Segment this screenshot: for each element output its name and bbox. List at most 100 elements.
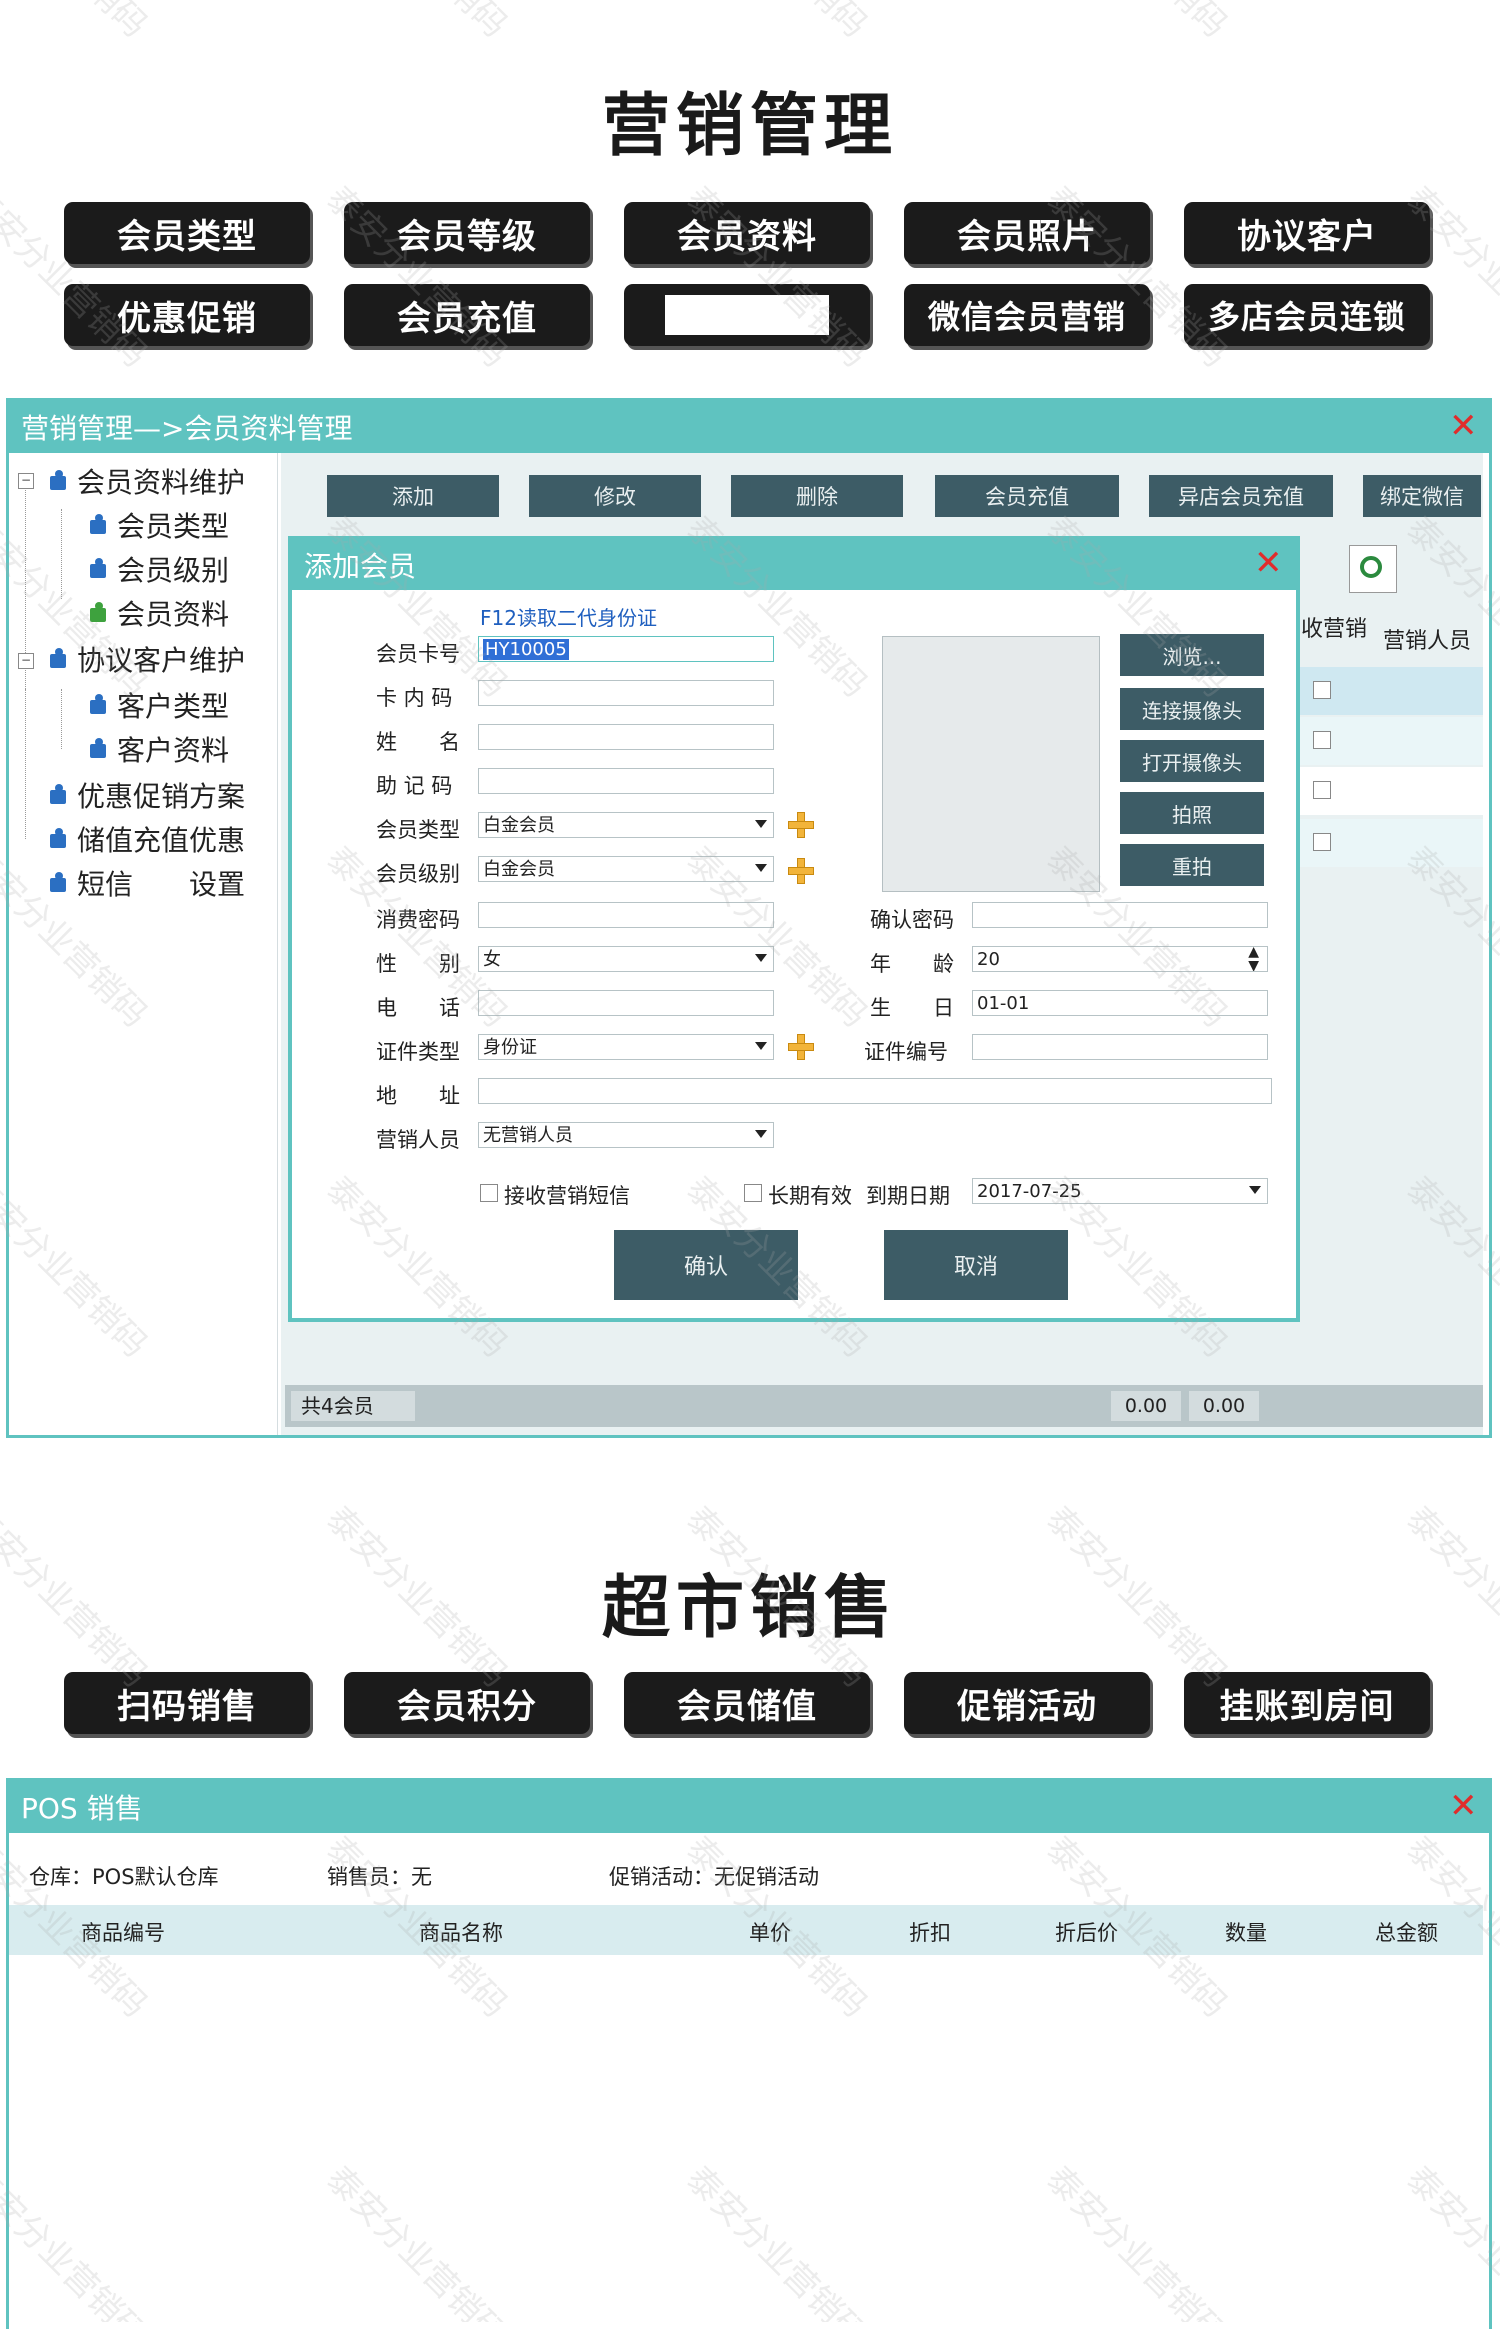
member-icon — [47, 648, 69, 670]
phone-input[interactable] — [478, 990, 774, 1016]
tree-item-client-type[interactable]: 客户类型 — [87, 685, 229, 725]
stepper-arrows-icon[interactable]: ▲ ▼ — [1248, 947, 1259, 971]
feature-member-stored-value-button[interactable]: 会员储值 — [624, 1672, 870, 1734]
confirm-button[interactable]: 确认 — [614, 1230, 798, 1300]
member-icon — [87, 514, 109, 536]
refresh-button[interactable] — [1349, 545, 1397, 593]
list-header-sms: 收营销 — [1301, 617, 1368, 642]
retake-button[interactable]: 重拍 — [1120, 844, 1264, 886]
name-label: 姓 名 — [376, 730, 460, 754]
feature-member-points-button[interactable]: 会员积分 — [344, 1672, 590, 1734]
add-id-type-plus-icon[interactable] — [788, 1034, 814, 1060]
row-checkbox[interactable] — [1313, 781, 1331, 799]
member-recharge-button[interactable]: 会员充值 — [935, 475, 1119, 517]
add-member-dialog: 添加会员 ✕ F12读取二代身份证 会员卡号 HY10005 卡 内 码 姓 名… — [288, 536, 1300, 1322]
sales-person-select[interactable]: 无营销人员 — [478, 1122, 774, 1148]
tree-item-member-info[interactable]: 会员资料 — [87, 593, 229, 633]
name-input[interactable] — [478, 724, 774, 750]
feature-member-type-button[interactable]: 会员类型 — [64, 202, 310, 264]
age-stepper[interactable]: 20 ▲ ▼ — [972, 946, 1268, 972]
feature-recharge-button[interactable]: 会员充值 — [344, 284, 590, 346]
tree-item-member-maintain[interactable]: 会员资料维护 — [47, 461, 245, 501]
table-row[interactable] — [1297, 717, 1483, 765]
open-camera-button[interactable]: 打开摄像头 — [1120, 740, 1264, 782]
marketing-heading: 营销管理 — [601, 87, 898, 166]
watermark-text: 泰安分业营销码 — [1398, 0, 1500, 46]
connect-camera-button[interactable]: 连接摄像头 — [1120, 688, 1264, 730]
long-term-checkbox[interactable] — [744, 1184, 762, 1202]
birthday-label: 生 日 — [870, 996, 954, 1020]
add-type-plus-icon[interactable] — [788, 812, 814, 838]
tree-item-member-type[interactable]: 会员类型 — [87, 505, 229, 545]
close-icon[interactable]: ✕ — [1449, 1789, 1478, 1823]
expire-date-picker[interactable]: 2017-07-25 — [972, 1178, 1268, 1204]
pay-password-label: 消费密码 — [376, 908, 460, 932]
promotion-label: 促销活动：无促销活动 — [609, 1865, 819, 1889]
member-type-select[interactable]: 白金会员 — [478, 812, 774, 838]
feature-multi-store-button[interactable]: 多店会员连锁 — [1184, 284, 1430, 346]
row-checkbox[interactable] — [1313, 681, 1331, 699]
add-level-plus-icon[interactable] — [788, 858, 814, 884]
bind-wechat-button[interactable]: 绑定微信 — [1363, 475, 1481, 517]
add-button[interactable]: 添加 — [327, 475, 499, 517]
table-row[interactable] — [1297, 767, 1483, 815]
tree-collapse-toggle[interactable]: − — [18, 473, 34, 489]
inner-code-input[interactable] — [478, 680, 774, 706]
table-row[interactable] — [1297, 667, 1483, 715]
member-icon — [47, 872, 69, 894]
feature-agreement-client-button[interactable]: 协议客户 — [1184, 202, 1430, 264]
feature-scan-sale-button[interactable]: 扫码销售 — [64, 1672, 310, 1734]
mnemonic-input[interactable] — [478, 768, 774, 794]
birthday-input[interactable]: 01-01 — [972, 990, 1268, 1016]
feature-member-level-button[interactable]: 会员等级 — [344, 202, 590, 264]
browse-button[interactable]: 浏览... — [1120, 634, 1264, 676]
delete-button[interactable]: 删除 — [731, 475, 903, 517]
id-type-select[interactable]: 身份证 — [478, 1034, 774, 1060]
close-icon[interactable]: ✕ — [1254, 546, 1283, 580]
member-icon — [87, 602, 109, 624]
member-count: 共4会员 — [291, 1391, 415, 1421]
watermark-text: 泰安分业营销码 — [318, 0, 521, 46]
feature-wechat-marketing-button[interactable]: 微信会员营销 — [904, 284, 1150, 346]
address-label: 地 址 — [376, 1084, 460, 1108]
id-number-input[interactable] — [972, 1034, 1268, 1060]
gender-select[interactable]: 女 — [478, 946, 774, 972]
close-icon[interactable]: ✕ — [1449, 409, 1478, 443]
pay-password-input[interactable] — [478, 902, 774, 928]
other-store-recharge-button[interactable]: 异店会员充值 — [1149, 475, 1333, 517]
sms-checkbox[interactable] — [480, 1184, 498, 1202]
confirm-password-input[interactable] — [972, 902, 1268, 928]
feature-member-photo-button[interactable]: 会员照片 — [904, 202, 1150, 264]
tree-item-agreement-maintain[interactable]: 协议客户维护 — [47, 639, 245, 679]
chevron-down-icon — [755, 820, 767, 828]
feature-member-info-button[interactable]: 会员资料 — [624, 202, 870, 264]
edit-button[interactable]: 修改 — [529, 475, 701, 517]
cancel-button[interactable]: 取消 — [884, 1230, 1068, 1300]
feature-promotion-activity-button[interactable]: 促销活动 — [904, 1672, 1150, 1734]
tree-item-recharge-discount[interactable]: 储值充值优惠 — [47, 819, 245, 859]
feature-charge-to-room-button[interactable]: 挂账到房间 — [1184, 1672, 1430, 1734]
capture-button[interactable]: 拍照 — [1120, 792, 1264, 834]
member-icon — [47, 470, 69, 492]
tree-item-promotion-plan[interactable]: 优惠促销方案 — [47, 775, 245, 815]
refresh-icon — [1360, 556, 1382, 578]
card-no-input[interactable]: HY10005 — [478, 636, 774, 662]
member-level-label: 会员级别 — [376, 862, 460, 886]
tree-item-client-info[interactable]: 客户资料 — [87, 729, 229, 769]
member-icon — [87, 558, 109, 580]
tree-panel: − 会员资料维护 会员类型 会员级别 会员资料 − 协议客户维护 客户类型 客户… — [9, 453, 278, 1435]
watermark-text: 泰安分业营销码 — [0, 0, 160, 46]
address-input[interactable] — [478, 1078, 1272, 1104]
member-level-select[interactable]: 白金会员 — [478, 856, 774, 882]
row-checkbox[interactable] — [1313, 833, 1331, 851]
expire-date-label: 到期日期 — [866, 1184, 950, 1208]
tree-item-member-level[interactable]: 会员级别 — [87, 549, 229, 589]
tree-collapse-toggle[interactable]: − — [18, 653, 34, 669]
tree-item-sms-settings[interactable]: 短信 设置 — [47, 863, 245, 903]
feature-promotion-button[interactable]: 优惠促销 — [64, 284, 310, 346]
chevron-down-icon — [755, 864, 767, 872]
member-window-title: 营销管理—>会员资料管理 — [21, 412, 353, 445]
row-checkbox[interactable] — [1313, 731, 1331, 749]
feature-blank-button[interactable] — [624, 284, 870, 346]
table-row[interactable] — [1297, 819, 1483, 867]
